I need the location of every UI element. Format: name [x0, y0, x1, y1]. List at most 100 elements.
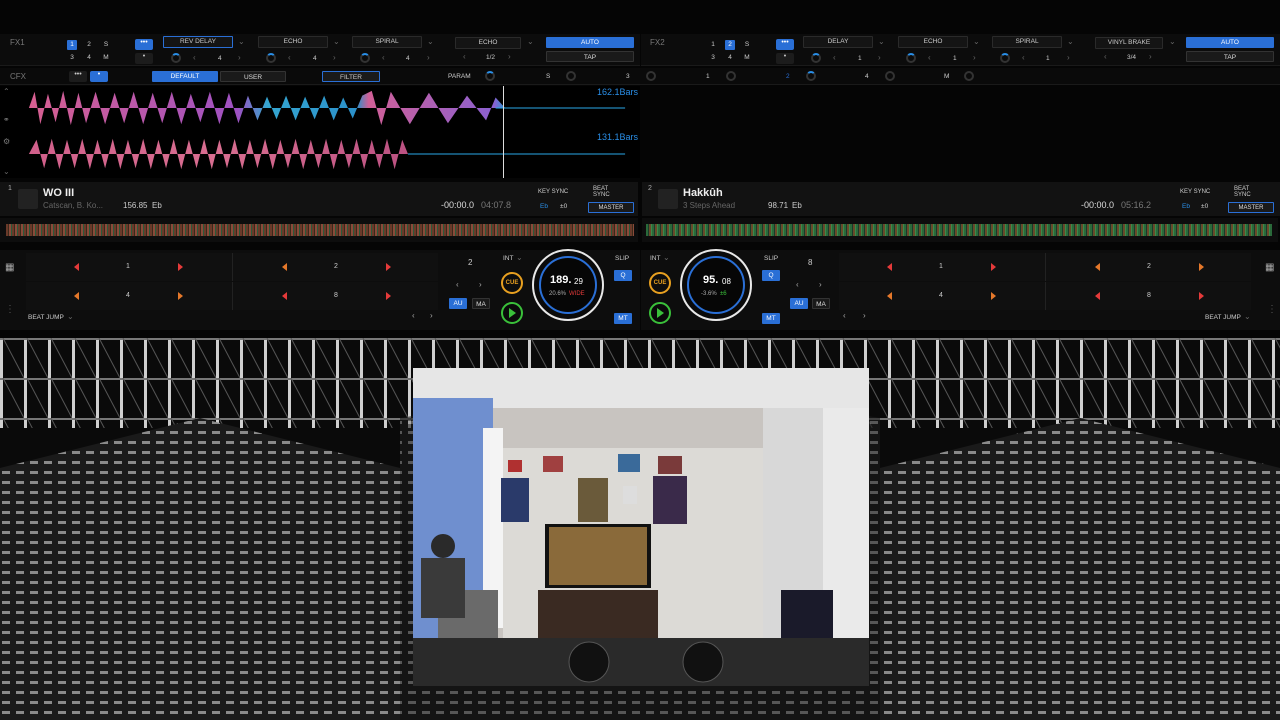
chevron-left-icon[interactable]: ‹ — [833, 54, 836, 62]
deck1-pad-row-1[interactable]: 1 2 — [26, 253, 438, 281]
pad-left-arrow[interactable] — [887, 263, 892, 271]
fx1-unit-s[interactable]: S — [101, 40, 111, 50]
deck2-master-button[interactable]: MASTER — [1228, 202, 1274, 213]
pad-right-arrow[interactable] — [1199, 263, 1204, 271]
chevron-left-icon[interactable]: ‹ — [928, 54, 931, 62]
handle-icon[interactable]: ⋮ — [1267, 304, 1277, 315]
chevron-down-icon[interactable]: ⌄ — [1244, 313, 1251, 321]
chevron-left-icon[interactable]: ‹ — [1022, 54, 1025, 62]
fx2-slot2-knob[interactable] — [906, 53, 916, 63]
fx1-slot1-knob[interactable] — [171, 53, 181, 63]
deck1-au-button[interactable]: AU — [449, 298, 467, 309]
deck2-au-button[interactable]: AU — [790, 298, 808, 309]
deck1-overview[interactable] — [0, 218, 638, 242]
deck2-pad-4[interactable]: 4 — [939, 292, 943, 299]
fx1-unit-2[interactable]: 2 — [84, 40, 94, 50]
deck2-int[interactable]: INT — [650, 255, 660, 262]
pad-left-arrow[interactable] — [1095, 292, 1100, 300]
chevron-right-icon[interactable]: › — [863, 312, 866, 320]
fx1-tap-button[interactable]: TAP — [546, 51, 634, 62]
fx1-unit-3[interactable]: 3 — [67, 53, 77, 63]
pad-left-arrow[interactable] — [74, 292, 79, 300]
pad-left-arrow[interactable] — [282, 263, 287, 271]
chevron-right-icon[interactable]: › — [1149, 53, 1152, 61]
deck2-jog-wheel[interactable]: 95. 08 -3.6% ±6 — [680, 249, 752, 321]
deck1-pad-2[interactable]: 2 — [334, 263, 338, 270]
chevron-right-icon[interactable]: › — [878, 54, 881, 62]
deck1-jog-wheel[interactable]: 189. 29 20.6% WIDE — [532, 249, 604, 321]
chevron-right-icon[interactable]: › — [1067, 54, 1070, 62]
deck2-pad-2[interactable]: 2 — [1147, 263, 1151, 270]
deck2-header[interactable]: 2 Hakkûh 3 Steps Ahead 98.71 Eb -00:00.0… — [642, 182, 1280, 216]
deck2-q-button[interactable]: Q — [762, 270, 780, 281]
fx1-unit-1[interactable]: 1 — [67, 40, 77, 50]
waveform-panel[interactable]: ⌃ ⚭ ⚙ ⌄ 162.1Bars 131.1Bars — [0, 86, 640, 178]
pad-left-arrow[interactable] — [74, 263, 79, 271]
deck2-play-button[interactable] — [649, 302, 671, 324]
chevron-right-icon[interactable]: › — [508, 53, 511, 61]
chevron-down-icon[interactable]: ⌄ — [527, 38, 534, 46]
cfx-tab-user[interactable]: USER — [220, 71, 286, 82]
deck1-slip[interactable]: SLIP — [615, 255, 629, 262]
fx1-slot1-select[interactable]: REV DELAY — [163, 36, 233, 48]
fx2-tap-button[interactable]: TAP — [1186, 51, 1274, 62]
chevron-left-icon[interactable]: ‹ — [1104, 53, 1107, 61]
fx1-unit-m[interactable]: M — [101, 53, 111, 63]
chevron-left-icon[interactable]: ‹ — [382, 54, 385, 62]
chevron-down-icon[interactable]: ⌄ — [973, 38, 980, 46]
fx1-menu-button[interactable]: ••• — [135, 39, 153, 50]
fx2-unit-2[interactable]: 2 — [725, 40, 735, 50]
deck1-key-sync[interactable]: KEY SYNC — [538, 189, 568, 195]
fx1-beat-select[interactable]: ECHO — [455, 37, 521, 49]
deck2-ma-button[interactable]: MA — [812, 298, 830, 309]
fx2-menu-button[interactable]: ••• — [776, 39, 794, 50]
deck2-key-sync[interactable]: KEY SYNC — [1180, 189, 1210, 195]
deck2-cue-button[interactable]: CUE — [649, 272, 671, 294]
fx1-auto-button[interactable]: AUTO — [546, 37, 634, 48]
chevron-right-icon[interactable]: › — [819, 281, 822, 289]
deck2-beat-jump[interactable]: BEAT JUMP — [1205, 314, 1241, 321]
fx1-slot2-select[interactable]: ECHO — [258, 36, 328, 48]
fx2-slot3-select[interactable]: SPIRAL — [992, 36, 1062, 48]
fx2-slot1-select[interactable]: DELAY — [803, 36, 873, 48]
handle-icon[interactable]: ⋮ — [5, 304, 15, 315]
grid-icon[interactable]: ▦ — [1265, 262, 1274, 273]
fx2-auto-button[interactable]: AUTO — [1186, 37, 1274, 48]
deck1-master-button[interactable]: MASTER — [588, 202, 634, 213]
chevron-down-icon[interactable]: ⌄ — [238, 38, 245, 46]
cfx-knob[interactable] — [806, 71, 816, 81]
deck1-ma-button[interactable]: MA — [472, 298, 490, 309]
deck1-play-button[interactable] — [501, 302, 523, 324]
chevron-down-icon[interactable]: ⌄ — [1067, 38, 1074, 46]
pad-right-arrow[interactable] — [991, 263, 996, 271]
fx2-slot1-knob[interactable] — [811, 53, 821, 63]
grid-icon[interactable]: ▦ — [5, 262, 14, 273]
fx1-slot3-select[interactable]: SPIRAL — [352, 36, 422, 48]
chevron-down-icon[interactable]: ⌄ — [67, 313, 74, 321]
chevron-down-icon[interactable]: ⌄ — [3, 168, 10, 176]
chevron-right-icon[interactable]: › — [430, 312, 433, 320]
cfx-menu-button[interactable]: ••• — [69, 71, 87, 82]
deck1-header[interactable]: 1 WO III Catscan, B. Ko... 156.85 Eb -00… — [0, 182, 638, 216]
deck2-pad-row-1[interactable]: 1 2 — [839, 253, 1251, 281]
deck2-mt-button[interactable]: MT — [762, 313, 780, 324]
deck1-int[interactable]: INT — [503, 255, 513, 262]
deck1-pad-1[interactable]: 1 — [126, 263, 130, 270]
chevron-right-icon[interactable]: › — [427, 54, 430, 62]
chevron-left-icon[interactable]: ‹ — [193, 54, 196, 62]
deck1-pad-8[interactable]: 8 — [334, 292, 338, 299]
fx1-slot3-knob[interactable] — [360, 53, 370, 63]
deck2-pad-row-2[interactable]: 4 8 — [839, 282, 1251, 310]
chevron-down-icon[interactable]: ⌄ — [663, 254, 670, 262]
chevron-left-icon[interactable]: ‹ — [463, 53, 466, 61]
cfx-knob[interactable] — [566, 71, 576, 81]
deck2-overview[interactable] — [642, 218, 1278, 242]
fx1-dot-button[interactable]: • — [135, 53, 153, 64]
chevron-left-icon[interactable]: ‹ — [796, 281, 799, 289]
deck1-mt-button[interactable]: MT — [614, 313, 632, 324]
deck1-cue-button[interactable]: CUE — [501, 272, 523, 294]
cfx-knob[interactable] — [964, 71, 974, 81]
deck2-pad-1[interactable]: 1 — [939, 263, 943, 270]
chevron-right-icon[interactable]: › — [973, 54, 976, 62]
chevron-right-icon[interactable]: › — [333, 54, 336, 62]
